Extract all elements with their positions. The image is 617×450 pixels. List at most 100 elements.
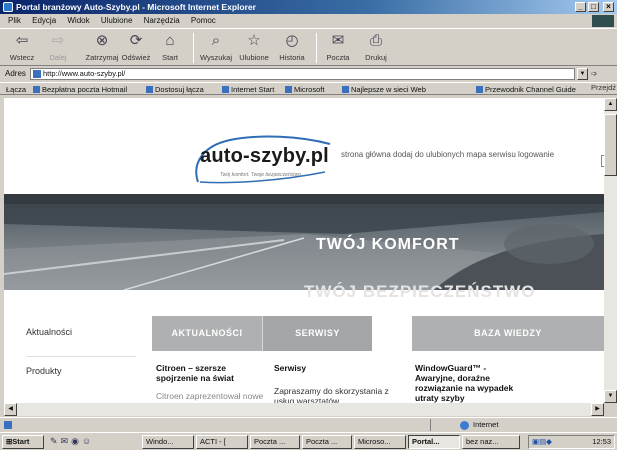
task-microsoft[interactable]: Microso... <box>354 435 406 449</box>
refresh-icon: ⟳ <box>129 32 143 49</box>
forward-button[interactable]: ⇨ Dalej <box>40 31 76 62</box>
quick-launch-icons: ✎✉◉☺ <box>50 436 95 446</box>
link-microsoft[interactable]: Microsoft <box>285 83 324 94</box>
maximize-button[interactable]: □ <box>588 2 599 12</box>
favorites-icon: ☆ <box>247 32 261 49</box>
link-internet-start[interactable]: Internet Start <box>222 83 274 94</box>
page-icon <box>33 70 41 78</box>
task-windows[interactable]: Windo... <box>142 435 194 449</box>
services-heading[interactable]: Serwisy <box>274 363 306 373</box>
nav-divider <box>26 356 136 357</box>
stop-icon: ⊗ <box>95 32 109 49</box>
menu-tools[interactable]: Narzędzia <box>144 16 180 25</box>
top-links[interactable]: strona główna dodaj do ulubionych mapa s… <box>341 150 554 159</box>
scroll-down-icon[interactable]: ▼ <box>604 390 617 403</box>
stop-button[interactable]: ⊗ Zatrzymaj <box>84 31 120 62</box>
tray-icons[interactable]: ▣▤◆ <box>532 437 552 446</box>
search-icon: ⌕ <box>211 32 221 49</box>
windows-taskbar: ⊞Start ✎✉◉☺ Windo... ACTI - [ Poczta ...… <box>0 432 617 450</box>
mail-button[interactable]: ✉ Poczta <box>320 31 356 62</box>
quick-launch[interactable]: ✎✉◉☺ <box>50 436 136 448</box>
back-icon: ⇦ <box>15 32 29 49</box>
task-poczta-2[interactable]: Poczta ... <box>302 435 352 449</box>
toolbar-separator <box>316 33 317 63</box>
scroll-thumb[interactable] <box>604 114 617 176</box>
services-text: Zapraszamy do skorzystania z usług warsz… <box>274 386 389 403</box>
minimize-button[interactable]: _ <box>575 2 586 12</box>
mail-icon: ✉ <box>331 32 345 49</box>
task-acti[interactable]: ACTI - [ <box>196 435 248 449</box>
tab-gap <box>372 316 412 351</box>
scroll-left-icon[interactable]: ◀ <box>4 403 17 416</box>
task-poczta-1[interactable]: Poczta ... <box>250 435 300 449</box>
clock: 12:53 <box>592 437 611 446</box>
go-arrow-icon: ➩ <box>591 69 598 78</box>
window-title: Portal branżowy Auto-Szyby.pl - Microsof… <box>16 2 256 12</box>
forward-icon: ⇨ <box>51 32 65 49</box>
internet-zone-icon <box>460 421 469 430</box>
windows-logo-icon <box>592 15 614 27</box>
ie-window: Portal branżowy Auto-Szyby.pl - Microsof… <box>0 0 617 450</box>
menu-help[interactable]: Pomoc <box>191 16 216 25</box>
security-zone: Internet <box>473 420 499 429</box>
news-column: Citroen – szersze spojrzenie na świat Ci… <box>156 363 266 401</box>
nav-news[interactable]: Aktualności <box>26 327 72 337</box>
news-teaser: Citroen zaprezentował nowe <box>156 391 264 401</box>
menu-file[interactable]: Plik <box>8 16 21 25</box>
link-best-of-web[interactable]: Najlepsze w sieci Web <box>342 83 426 94</box>
knowledge-column: WindowGuard™ - Awaryjne, doraźne rozwiąz… <box>415 363 525 403</box>
tab-services[interactable]: SERWISY <box>262 316 372 351</box>
address-bar: Adres http://www.auto-szyby.pl/ ▼ ➩ Prze… <box>0 67 617 92</box>
horizontal-scrollbar[interactable]: ◀ ▶ <box>4 403 604 416</box>
standard-toolbar: ⇦ Wstecz ⇨ Dalej ⊗ Zatrzymaj ⟳ Odśwież ⌂ Star… <box>0 28 617 66</box>
home-icon: ⌂ <box>165 32 175 49</box>
link-channel-guide[interactable]: Przewodnik Channel Guide <box>476 83 576 94</box>
menu-bar: Plik Edycja Widok Ulubione Narzędzia Pom… <box>0 14 617 28</box>
menu-view[interactable]: Widok <box>67 16 89 25</box>
vertical-scrollbar[interactable]: ▲ ▼ <box>604 98 617 403</box>
tab-news[interactable]: AKTUALNOŚCI <box>152 316 262 351</box>
tab-knowledge-base[interactable]: BAZA WIEDZY <box>412 316 604 351</box>
status-divider <box>430 419 431 431</box>
toolbar-separator <box>193 33 194 63</box>
links-bar: Łącza Bezpłatna poczta Hotmail Dostosuj … <box>0 82 617 95</box>
nav-products[interactable]: Produkty <box>26 366 62 376</box>
status-bar: Internet <box>0 417 617 431</box>
refresh-button[interactable]: ⟳ Odśwież <box>118 31 154 62</box>
title-bar[interactable]: Portal branżowy Auto-Szyby.pl - Microsof… <box>0 0 617 14</box>
close-button[interactable]: × <box>603 2 614 12</box>
link-hotmail[interactable]: Bezpłatna poczta Hotmail <box>33 83 127 94</box>
print-button[interactable]: ⎙ Drukuj <box>358 31 394 62</box>
banner-road-image <box>4 194 604 290</box>
address-dropdown-button[interactable]: ▼ <box>577 68 588 80</box>
services-column: Serwisy Zapraszamy do skorzystania z usł… <box>274 363 404 403</box>
site-logo[interactable]: auto-szyby.pl Twój komfort. Twoje bezpie… <box>190 134 338 189</box>
links-label: Łącza <box>6 85 27 94</box>
task-untitled[interactable]: bez naz... <box>462 435 520 449</box>
search-button[interactable]: ⌕ Wyszukaj <box>198 31 234 62</box>
link-customize[interactable]: Dostosuj łącza <box>146 83 204 94</box>
web-page-content: auto-szyby.pl Twój komfort. Twoje bezpie… <box>4 98 604 403</box>
scroll-right-icon[interactable]: ▶ <box>591 403 604 416</box>
home-button[interactable]: ⌂ Start <box>152 31 188 62</box>
ie-page-icon <box>4 421 12 429</box>
link-page-icon <box>146 86 153 93</box>
back-button[interactable]: ⇦ Wstecz <box>4 31 40 62</box>
scroll-up-icon[interactable]: ▲ <box>604 98 617 111</box>
knowledge-headline[interactable]: WindowGuard™ - Awaryjne, doraźne rozwiąz… <box>415 363 513 403</box>
link-page-icon <box>476 86 483 93</box>
history-button[interactable]: ◴ Historia <box>274 31 310 62</box>
link-page-icon <box>33 86 40 93</box>
history-icon: ◴ <box>285 32 299 49</box>
start-button[interactable]: ⊞Start <box>2 435 44 449</box>
menu-edit[interactable]: Edycja <box>32 16 56 25</box>
favorites-button[interactable]: ☆ Ulubione <box>236 31 272 62</box>
menu-favorites[interactable]: Ulubione <box>101 16 133 25</box>
ie-window-icon[interactable] <box>3 2 13 12</box>
address-input[interactable]: http://www.auto-szyby.pl/ <box>30 68 575 80</box>
link-page-icon <box>342 86 349 93</box>
task-portal[interactable]: Portal... <box>408 435 460 449</box>
system-tray: ▣▤◆ 12:53 <box>528 435 615 449</box>
news-headline[interactable]: Citroen – szersze spojrzenie na świat <box>156 363 234 383</box>
link-page-icon <box>222 86 229 93</box>
